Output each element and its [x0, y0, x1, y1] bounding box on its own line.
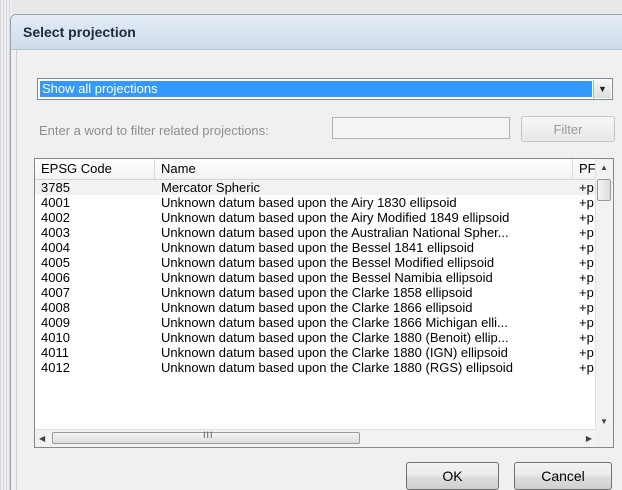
- horizontal-scroll-thumb[interactable]: III: [52, 430, 360, 444]
- table-row[interactable]: 4012 Unknown datum based upon the Clarke …: [35, 360, 596, 375]
- cell-code: 4010: [41, 330, 70, 345]
- cell-pf: +p: [579, 210, 594, 225]
- table-row[interactable]: 4011 Unknown datum based upon the Clarke …: [35, 345, 596, 360]
- cell-code: 4009: [41, 315, 70, 330]
- scroll-grip: III: [203, 430, 214, 440]
- arrow-down-icon[interactable]: ▼: [600, 417, 608, 426]
- cell-pf: +p: [579, 225, 594, 240]
- table-row[interactable]: 4004 Unknown datum based upon the Bessel …: [35, 240, 596, 255]
- cell-name: Unknown datum based upon the Clarke 1858…: [161, 285, 473, 300]
- cell-pf: +p: [579, 345, 594, 360]
- cell-pf: +p: [579, 330, 594, 345]
- projection-filter-dropdown[interactable]: Show all projections ▼: [37, 78, 613, 100]
- table-row[interactable]: 4009 Unknown datum based upon the Clarke …: [35, 315, 596, 330]
- cell-name: Unknown datum based upon the Bessel Nami…: [161, 270, 493, 285]
- cell-name: Unknown datum based upon the Bessel Modi…: [161, 255, 495, 270]
- cell-code: 4005: [41, 255, 70, 270]
- table-row[interactable]: 4006 Unknown datum based upon the Bessel …: [35, 270, 596, 285]
- filter-button[interactable]: Filter: [521, 116, 615, 142]
- cell-name: Unknown datum based upon the Clarke 1866…: [161, 315, 508, 330]
- cell-code: 3785: [41, 180, 70, 195]
- cell-code: 4012: [41, 360, 70, 375]
- cell-name: Unknown datum based upon the Airy Modifi…: [161, 210, 510, 225]
- arrow-up-icon[interactable]: ▲: [600, 163, 608, 172]
- projection-list[interactable]: EPSG Code Name PF 3785 Mercator Spheric +p…: [34, 158, 614, 448]
- cell-code: 4003: [41, 225, 70, 240]
- dialog-content: Show all projections ▼ Enter a word to f…: [16, 50, 622, 490]
- cell-name: Unknown datum based upon the Clarke 1866…: [161, 300, 473, 315]
- vertical-scroll-thumb[interactable]: [597, 179, 611, 201]
- cell-name: Unknown datum based upon the Clarke 1880…: [161, 330, 509, 345]
- horizontal-scrollbar[interactable]: ◀ III ▶: [35, 429, 596, 447]
- cell-code: 4011: [41, 345, 69, 360]
- dialog-title: Select projection: [23, 24, 136, 40]
- cell-name: Unknown datum based upon the Australian …: [161, 225, 509, 240]
- cell-code: 4001: [41, 195, 70, 210]
- cell-pf: +p: [579, 285, 594, 300]
- cell-code: 4006: [41, 270, 70, 285]
- cell-pf: +p: [579, 195, 594, 210]
- dropdown-selected-value: Show all projections: [40, 81, 592, 97]
- column-header-name[interactable]: Name: [155, 159, 573, 179]
- vertical-scrollbar[interactable]: ▲ ▼: [595, 159, 613, 430]
- table-row[interactable]: 4005 Unknown datum based upon the Bessel …: [35, 255, 596, 270]
- cell-code: 4008: [41, 300, 70, 315]
- table-row[interactable]: 4003 Unknown datum based upon the Austral…: [35, 225, 596, 240]
- cell-name: Unknown datum based upon the Clarke 1880…: [161, 360, 513, 375]
- cell-name: Unknown datum based upon the Bessel 1841…: [161, 240, 474, 255]
- table-row[interactable]: 3785 Mercator Spheric +p: [35, 180, 596, 195]
- filter-label: Enter a word to filter related projectio…: [39, 123, 269, 138]
- arrow-left-icon[interactable]: ◀: [39, 434, 45, 443]
- cell-pf: +p: [579, 300, 594, 315]
- cell-name: Mercator Spheric: [161, 180, 260, 195]
- cell-pf: +p: [579, 315, 594, 330]
- filter-input[interactable]: [332, 117, 510, 139]
- cell-code: 4007: [41, 285, 70, 300]
- cell-pf: +p: [579, 360, 594, 375]
- list-rows: 3785 Mercator Spheric +p 4001 Unknown datum…: [35, 180, 596, 430]
- cell-name: Unknown datum based upon the Clarke 1880…: [161, 345, 508, 360]
- cell-pf: +p: [579, 180, 594, 195]
- table-row[interactable]: 4010 Unknown datum based upon the Clarke …: [35, 330, 596, 345]
- table-row[interactable]: 4008 Unknown datum based upon the Clarke …: [35, 300, 596, 315]
- cell-pf: +p: [579, 270, 594, 285]
- table-row[interactable]: 4001 Unknown datum based upon the Airy 18…: [35, 195, 596, 210]
- cell-code: 4004: [41, 240, 70, 255]
- cell-code: 4002: [41, 210, 70, 225]
- list-header: EPSG Code Name PF: [35, 159, 596, 180]
- arrow-right-icon[interactable]: ▶: [586, 434, 592, 443]
- title-bar[interactable]: Select projection: [11, 15, 622, 50]
- cell-pf: +p: [579, 255, 594, 270]
- ok-button[interactable]: OK: [406, 462, 499, 490]
- chevron-down-icon[interactable]: ▼: [593, 80, 611, 98]
- scrollbar-corner: [596, 430, 613, 447]
- cell-name: Unknown datum based upon the Airy 1830 e…: [161, 195, 457, 210]
- cell-pf: +p: [579, 240, 594, 255]
- table-row[interactable]: 4007 Unknown datum based upon the Clarke …: [35, 285, 596, 300]
- table-row[interactable]: 4002 Unknown datum based upon the Airy Mo…: [35, 210, 596, 225]
- column-header-epsg-code[interactable]: EPSG Code: [35, 159, 155, 179]
- cancel-button[interactable]: Cancel: [514, 462, 612, 490]
- select-projection-dialog: Select projection Show all projections ▼…: [10, 14, 622, 490]
